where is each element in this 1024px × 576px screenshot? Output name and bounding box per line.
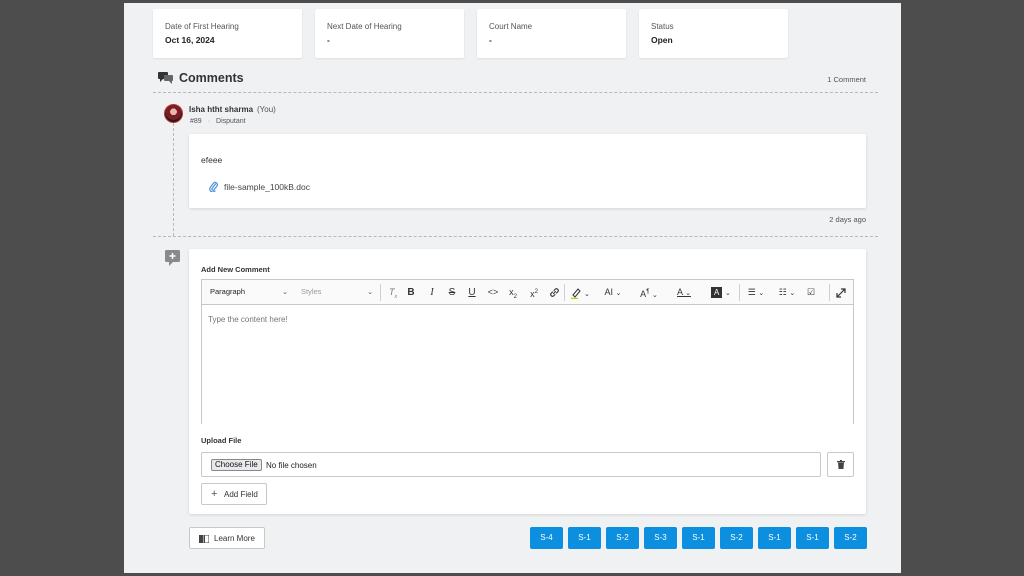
toolbar-separator bbox=[564, 284, 565, 301]
info-value: Open bbox=[651, 35, 673, 45]
comment-role: Disputant bbox=[216, 118, 246, 125]
expand-icon[interactable] bbox=[834, 285, 848, 300]
comments-icon bbox=[158, 72, 173, 84]
meta-separator: · bbox=[207, 118, 211, 125]
learn-more-button[interactable]: Learn More bbox=[189, 527, 265, 549]
background-color-icon[interactable]: A ⌄ bbox=[706, 285, 736, 300]
comments-header: Comments 1 Comment bbox=[158, 70, 878, 90]
attachment-link[interactable]: file-sample_100kB.doc bbox=[209, 181, 310, 192]
chevron-down-icon: ⌄ bbox=[367, 289, 373, 296]
paragraph-select[interactable]: Paragraph ⌄ bbox=[210, 287, 288, 296]
font-color-icon[interactable]: A ⌄ bbox=[670, 285, 698, 300]
avatar bbox=[164, 104, 183, 123]
remove-format-icon[interactable]: Tx bbox=[386, 285, 400, 300]
you-tag: (You) bbox=[257, 105, 276, 114]
add-comment-label: Add New Comment bbox=[201, 265, 270, 274]
delete-file-button[interactable] bbox=[827, 452, 854, 477]
bulleted-list-icon[interactable]: ☰ ⌄ bbox=[743, 285, 769, 300]
learn-more-label: Learn More bbox=[214, 534, 255, 543]
stage-button[interactable]: S-2 bbox=[834, 527, 867, 549]
comment-author: Isha htht sharma (You) bbox=[189, 105, 276, 114]
editor-toolbar: Paragraph ⌄ Styles ⌄ Tx B I S U <> x2 x2 bbox=[202, 280, 853, 305]
add-comment-icon bbox=[165, 250, 180, 266]
bold-icon[interactable]: B bbox=[405, 285, 417, 300]
subscript-icon[interactable]: x2 bbox=[506, 285, 520, 300]
info-card-status: Status Open bbox=[639, 9, 788, 58]
comment-time: 2 days ago bbox=[829, 215, 866, 224]
styles-select[interactable]: Styles ⌄ bbox=[301, 287, 373, 296]
choose-file-button[interactable]: Choose File bbox=[211, 459, 262, 471]
info-card-first-hearing: Date of First Hearing Oct 16, 2024 bbox=[153, 9, 302, 58]
stage-button[interactable]: S-1 bbox=[758, 527, 791, 549]
font-size-icon[interactable]: AI ⌄ bbox=[598, 285, 628, 300]
trash-icon bbox=[837, 460, 845, 469]
numbered-list-icon[interactable]: ☷ ⌄ bbox=[774, 285, 800, 300]
comment-id: #89 bbox=[190, 118, 202, 125]
info-label: Next Date of Hearing bbox=[327, 22, 402, 31]
code-icon[interactable]: <> bbox=[486, 285, 500, 300]
stage-button[interactable]: S-2 bbox=[606, 527, 639, 549]
superscript-icon[interactable]: x2 bbox=[527, 285, 541, 300]
info-card-next-hearing: Next Date of Hearing - bbox=[315, 9, 464, 58]
add-comment-card: Add New Comment Paragraph ⌄ Styles ⌄ Tx … bbox=[189, 249, 866, 514]
divider bbox=[153, 236, 878, 237]
underline-icon[interactable]: U bbox=[466, 285, 478, 300]
toolbar-separator bbox=[739, 284, 740, 301]
comment-content-input[interactable] bbox=[202, 306, 853, 424]
info-label: Status bbox=[651, 22, 674, 31]
chevron-down-icon: ⌄ bbox=[282, 289, 288, 296]
info-value: - bbox=[327, 35, 330, 45]
file-status: No file chosen bbox=[266, 461, 317, 470]
info-value: - bbox=[489, 35, 492, 45]
comments-title: Comments bbox=[179, 71, 244, 85]
comment-text: efeee bbox=[201, 155, 223, 165]
info-card-court-name: Court Name - bbox=[477, 9, 626, 58]
thread-line bbox=[173, 123, 174, 236]
stage-button[interactable]: S-2 bbox=[720, 527, 753, 549]
file-input[interactable]: Choose File No file chosen bbox=[201, 452, 821, 477]
rich-text-editor: Paragraph ⌄ Styles ⌄ Tx B I S U <> x2 x2 bbox=[201, 279, 854, 424]
paperclip-icon bbox=[209, 181, 218, 192]
info-label: Court Name bbox=[489, 22, 533, 31]
attachment-name: file-sample_100kB.doc bbox=[224, 181, 310, 192]
book-icon bbox=[199, 535, 209, 543]
todo-list-icon[interactable]: ☑ bbox=[804, 285, 818, 300]
case-detail-page: Date of First Hearing Oct 16, 2024 Next … bbox=[124, 3, 901, 573]
add-field-button[interactable]: + Add Field bbox=[201, 483, 267, 505]
stage-button[interactable]: S-1 bbox=[682, 527, 715, 549]
comment-meta: #89 · Disputant bbox=[190, 118, 246, 125]
add-field-label: Add Field bbox=[224, 490, 258, 499]
comments-count: 1 Comment bbox=[827, 75, 866, 84]
author-name: Isha htht sharma bbox=[189, 105, 254, 114]
italic-icon[interactable]: I bbox=[426, 285, 438, 300]
toolbar-separator bbox=[829, 284, 830, 301]
comment-card: efeee file-sample_100kB.doc bbox=[189, 134, 866, 208]
plus-icon: + bbox=[211, 488, 218, 500]
stage-button[interactable]: S-1 bbox=[568, 527, 601, 549]
divider bbox=[153, 92, 878, 93]
toolbar-separator bbox=[380, 284, 381, 301]
stage-button[interactable]: S-3 bbox=[644, 527, 677, 549]
highlight-icon[interactable]: ⌄ bbox=[568, 285, 592, 300]
stage-button[interactable]: S-1 bbox=[796, 527, 829, 549]
strikethrough-icon[interactable]: S bbox=[446, 285, 458, 300]
styles-select-label: Styles bbox=[301, 287, 322, 296]
font-family-icon[interactable]: A¶ ⌄ bbox=[634, 285, 664, 300]
stage-button[interactable]: S-4 bbox=[530, 527, 563, 549]
info-value: Oct 16, 2024 bbox=[165, 35, 215, 45]
link-icon[interactable] bbox=[547, 285, 561, 300]
upload-file-label: Upload File bbox=[201, 436, 242, 445]
paragraph-select-label: Paragraph bbox=[210, 287, 246, 296]
info-label: Date of First Hearing bbox=[165, 22, 239, 31]
